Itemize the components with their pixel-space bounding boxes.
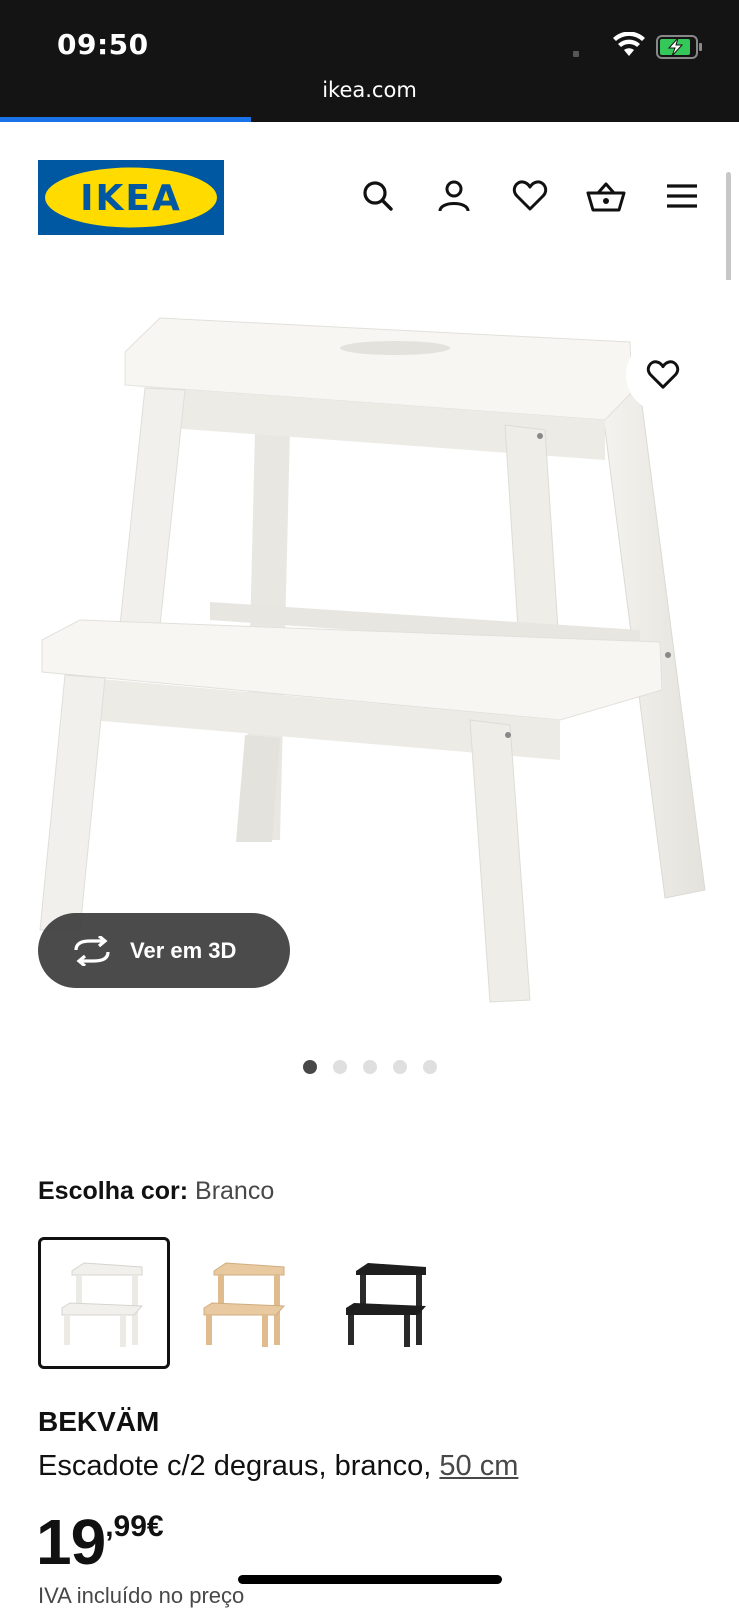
wishlist-button[interactable] — [510, 176, 550, 216]
color-choice-label: Escolha cor: Branco — [38, 1177, 274, 1206]
color-swatch-white[interactable] — [38, 1237, 170, 1369]
wifi-icon — [613, 32, 645, 56]
price-integer: 19 — [36, 1506, 106, 1578]
carousel-dot[interactable] — [302, 1060, 317, 1074]
search-icon — [363, 181, 393, 211]
carousel-dot[interactable] — [332, 1060, 347, 1074]
color-swatch-birch[interactable] — [180, 1237, 312, 1369]
image-carousel-dots[interactable] — [0, 1060, 739, 1074]
menu-icon — [667, 184, 697, 208]
account-icon — [438, 180, 470, 212]
product-name: BEKVÄM — [38, 1406, 160, 1437]
carousel-dot[interactable] — [422, 1060, 437, 1074]
color-choice-value: Branco — [195, 1177, 275, 1205]
svg-text:IKEA: IKEA — [80, 178, 182, 219]
search-button[interactable] — [358, 176, 398, 216]
browser-status-bar: 09:50 ikea.com — [0, 0, 739, 122]
product-price: 19,99€ — [36, 1505, 164, 1579]
view-in-3d-label: Ver em 3D — [130, 937, 237, 963]
signal-indicator — [573, 51, 579, 57]
status-time: 09:50 — [57, 28, 149, 61]
price-decimal: ,99€ — [105, 1510, 164, 1543]
rotate-3d-icon — [74, 935, 110, 966]
menu-button[interactable] — [662, 176, 702, 216]
product-size-link[interactable]: 50 cm — [439, 1450, 518, 1482]
color-choice-title: Escolha cor: — [38, 1177, 189, 1205]
product-description-text: Escadote c/2 degraus, branco, — [38, 1450, 432, 1482]
heart-icon — [646, 360, 680, 389]
stool-thumbnail-black — [346, 1263, 426, 1347]
site-header: IKEA — [0, 122, 739, 272]
stool-thumbnail-birch — [203, 1262, 286, 1347]
vat-note: IVA incluído no preço — [38, 1583, 245, 1608]
carousel-dot[interactable] — [392, 1060, 407, 1074]
battery-icon — [656, 35, 702, 59]
stool-thumbnail-white — [61, 1262, 144, 1347]
address-bar-url[interactable]: ikea.com — [0, 78, 739, 102]
color-swatch-black[interactable] — [322, 1237, 454, 1369]
heart-icon — [512, 180, 548, 211]
product-description: Escadote c/2 degraus, branco, 50 cm — [38, 1450, 518, 1483]
basket-icon — [586, 182, 626, 212]
add-to-favourites-button[interactable] — [626, 338, 700, 412]
ikea-logo[interactable]: IKEA — [38, 160, 224, 235]
basket-button[interactable] — [586, 176, 626, 216]
view-in-3d-button[interactable]: Ver em 3D — [38, 913, 290, 988]
account-button[interactable] — [434, 176, 474, 216]
carousel-dot[interactable] — [362, 1060, 377, 1074]
home-indicator[interactable] — [238, 1575, 502, 1584]
